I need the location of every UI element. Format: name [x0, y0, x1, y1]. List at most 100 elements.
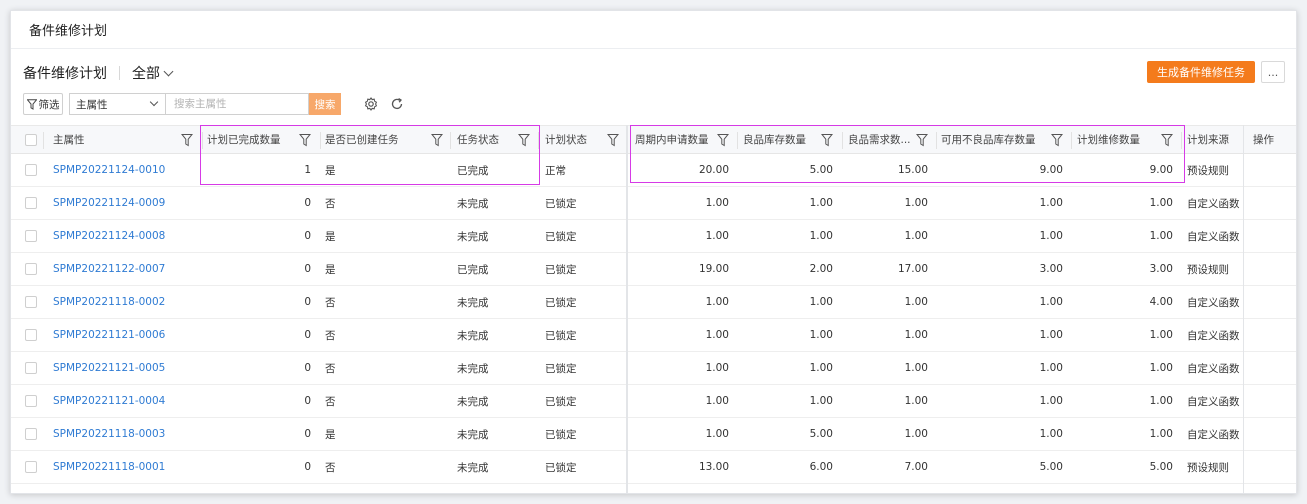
row-checkbox[interactable]: [21, 352, 41, 384]
checkbox-box[interactable]: [25, 395, 37, 407]
cell-plan-repair-qty: 1.00: [1149, 395, 1173, 407]
cell-main-attr[interactable]: SPMP20221122-0007: [53, 253, 183, 285]
column-header-completed[interactable]: 计划已完成数量: [207, 126, 311, 153]
table-row[interactable]: SPMP20221122-0007 0 是 已完成 已锁定 19.00 2.00 17.00 3…: [11, 253, 1296, 286]
cell-actions: [1253, 385, 1293, 417]
row-checkbox[interactable]: [21, 319, 41, 351]
table-row[interactable]: SPMP20221118-0003 0 是 未完成 已锁定 1.00 5.00 1.00 1.0…: [11, 418, 1296, 451]
generate-repair-task-button[interactable]: 生成备件维修任务: [1147, 61, 1255, 83]
checkbox-box[interactable]: [25, 263, 37, 275]
more-actions-button[interactable]: ...: [1261, 61, 1285, 83]
cell-main-attr[interactable]: SPMP20221121-0004: [53, 385, 183, 417]
filter-button[interactable]: 筛选: [23, 93, 63, 115]
column-separator[interactable]: [43, 132, 44, 149]
column-header-repair[interactable]: 计划维修数量: [1077, 126, 1173, 153]
cell-good-demand-qty: 1.00: [904, 428, 928, 440]
funnel-icon[interactable]: [299, 133, 311, 147]
row-checkbox[interactable]: [21, 253, 41, 285]
column-separator[interactable]: [737, 132, 738, 149]
checkbox-box[interactable]: [25, 296, 37, 308]
row-checkbox[interactable]: [21, 187, 41, 219]
row-checkbox[interactable]: [21, 385, 41, 417]
cell-period-apply-qty: 20.00: [698, 164, 729, 176]
column-header-task-status[interactable]: 任务状态: [457, 126, 527, 153]
table-row[interactable]: SPMP20221121-0004 0 否 未完成 已锁定 1.00 1.00 1.00 1.0…: [11, 385, 1296, 418]
table-row[interactable]: SPMP20221124-0008 0 是 未完成 已锁定 1.00 1.00 1.00 1.0…: [11, 220, 1296, 253]
checkbox-box[interactable]: [25, 197, 37, 209]
table-row[interactable]: SPMP20221121-0006 0 否 未完成 已锁定 1.00 1.00 1.00 1.0…: [11, 319, 1296, 352]
column-header-good-stock[interactable]: 良品库存数量: [743, 126, 833, 153]
column-separator[interactable]: [1071, 132, 1072, 149]
column-separator[interactable]: [320, 132, 321, 149]
cell-completed-qty: 0: [304, 395, 311, 407]
settings-icon[interactable]: [363, 96, 379, 112]
column-separator[interactable]: [1181, 132, 1182, 149]
cell-plan-repair-qty: 1.00: [1149, 230, 1173, 242]
cell-main-attr[interactable]: SPMP20221118-0002: [53, 286, 183, 318]
column-separator[interactable]: [936, 132, 937, 149]
cell-main-attr[interactable]: SPMP20221121-0005: [53, 352, 183, 384]
funnel-icon[interactable]: [916, 133, 928, 147]
row-checkbox[interactable]: [21, 451, 41, 483]
cell-period-apply-qty: 1.00: [705, 362, 729, 374]
table-row[interactable]: SPMP20221124-0010 1 是 已完成 正常 20.00 5.00 15.00 9.…: [11, 154, 1296, 187]
attribute-select[interactable]: 主属性: [69, 93, 165, 115]
search-button[interactable]: 搜索: [309, 93, 341, 115]
funnel-icon[interactable]: [431, 133, 443, 147]
scope-dropdown[interactable]: 全部: [132, 63, 174, 83]
select-all-checkbox[interactable]: [21, 126, 41, 153]
cell-task-status: 未完成: [457, 230, 489, 243]
row-checkbox[interactable]: [21, 220, 41, 252]
funnel-icon[interactable]: [607, 133, 619, 147]
cell-plan-source: 预设规则: [1187, 461, 1229, 474]
funnel-icon[interactable]: [518, 133, 530, 147]
cell-plan-repair-qty: 1.00: [1149, 197, 1173, 209]
cell-main-attr[interactable]: SPMP20221118-0003: [53, 418, 183, 450]
cell-main-attr[interactable]: SPMP20221121-0006: [53, 319, 183, 351]
table-row[interactable]: SPMP20221124-0009 0 否 未完成 已锁定 1.00 1.00 1.00 1.0…: [11, 187, 1296, 220]
checkbox-box[interactable]: [25, 428, 37, 440]
column-separator[interactable]: [450, 132, 451, 149]
cell-plan-status: 正常: [545, 164, 566, 177]
checkbox-box[interactable]: [25, 329, 37, 341]
cell-main-attr[interactable]: SPMP20221118-0001: [53, 451, 183, 483]
cell-task-status: 未完成: [457, 197, 489, 210]
checkbox-box[interactable]: [25, 461, 37, 473]
column-header-source[interactable]: 计划来源: [1187, 126, 1243, 153]
refresh-icon[interactable]: [389, 96, 405, 112]
column-header-actions[interactable]: 操作: [1253, 126, 1293, 153]
cell-main-attr[interactable]: SPMP20221124-0010: [53, 154, 183, 186]
cell-good-stock-qty: 1.00: [809, 395, 833, 407]
row-checkbox[interactable]: [21, 286, 41, 318]
column-header-plan-status[interactable]: 计划状态: [545, 126, 615, 153]
row-checkbox[interactable]: [21, 418, 41, 450]
cell-plan-status: 已锁定: [545, 296, 577, 309]
funnel-icon[interactable]: [1161, 133, 1173, 147]
attribute-select-value: 主属性: [76, 98, 108, 111]
cell-plan-status: 已锁定: [545, 362, 577, 375]
checkbox-box[interactable]: [25, 362, 37, 374]
column-separator[interactable]: [842, 132, 843, 149]
column-header-created[interactable]: 是否已创建任务: [325, 126, 435, 153]
cell-completed-qty: 0: [304, 461, 311, 473]
checkbox-box[interactable]: [25, 133, 37, 146]
cell-main-attr[interactable]: SPMP20221124-0008: [53, 220, 183, 252]
checkbox-box[interactable]: [25, 164, 37, 176]
funnel-icon[interactable]: [181, 133, 193, 147]
cell-completed-qty: 0: [304, 362, 311, 374]
funnel-icon[interactable]: [821, 133, 833, 147]
checkbox-box[interactable]: [25, 230, 37, 242]
search-input[interactable]: [165, 93, 309, 115]
row-checkbox[interactable]: [21, 154, 41, 186]
column-header-apply[interactable]: 周期内申请数量: [635, 126, 729, 153]
funnel-icon[interactable]: [1051, 133, 1063, 147]
table-row[interactable]: SPMP20221118-0002 0 否 未完成 已锁定 1.00 1.00 1.00 1.0…: [11, 286, 1296, 319]
table-row[interactable]: SPMP20221121-0005 0 否 未完成 已锁定 1.00 1.00 1.00 1.0…: [11, 352, 1296, 385]
cell-main-attr[interactable]: SPMP20221124-0009: [53, 187, 183, 219]
table-row[interactable]: SPMP20221118-0001 0 否 未完成 已锁定 13.00 6.00 7.00 5.…: [11, 451, 1296, 484]
column-separator[interactable]: [538, 132, 539, 149]
funnel-icon[interactable]: [717, 133, 729, 147]
column-separator[interactable]: [202, 132, 203, 149]
column-header-id[interactable]: 主属性: [53, 126, 183, 153]
column-header-usable-defect[interactable]: 可用不良品库存数量: [941, 126, 1063, 153]
